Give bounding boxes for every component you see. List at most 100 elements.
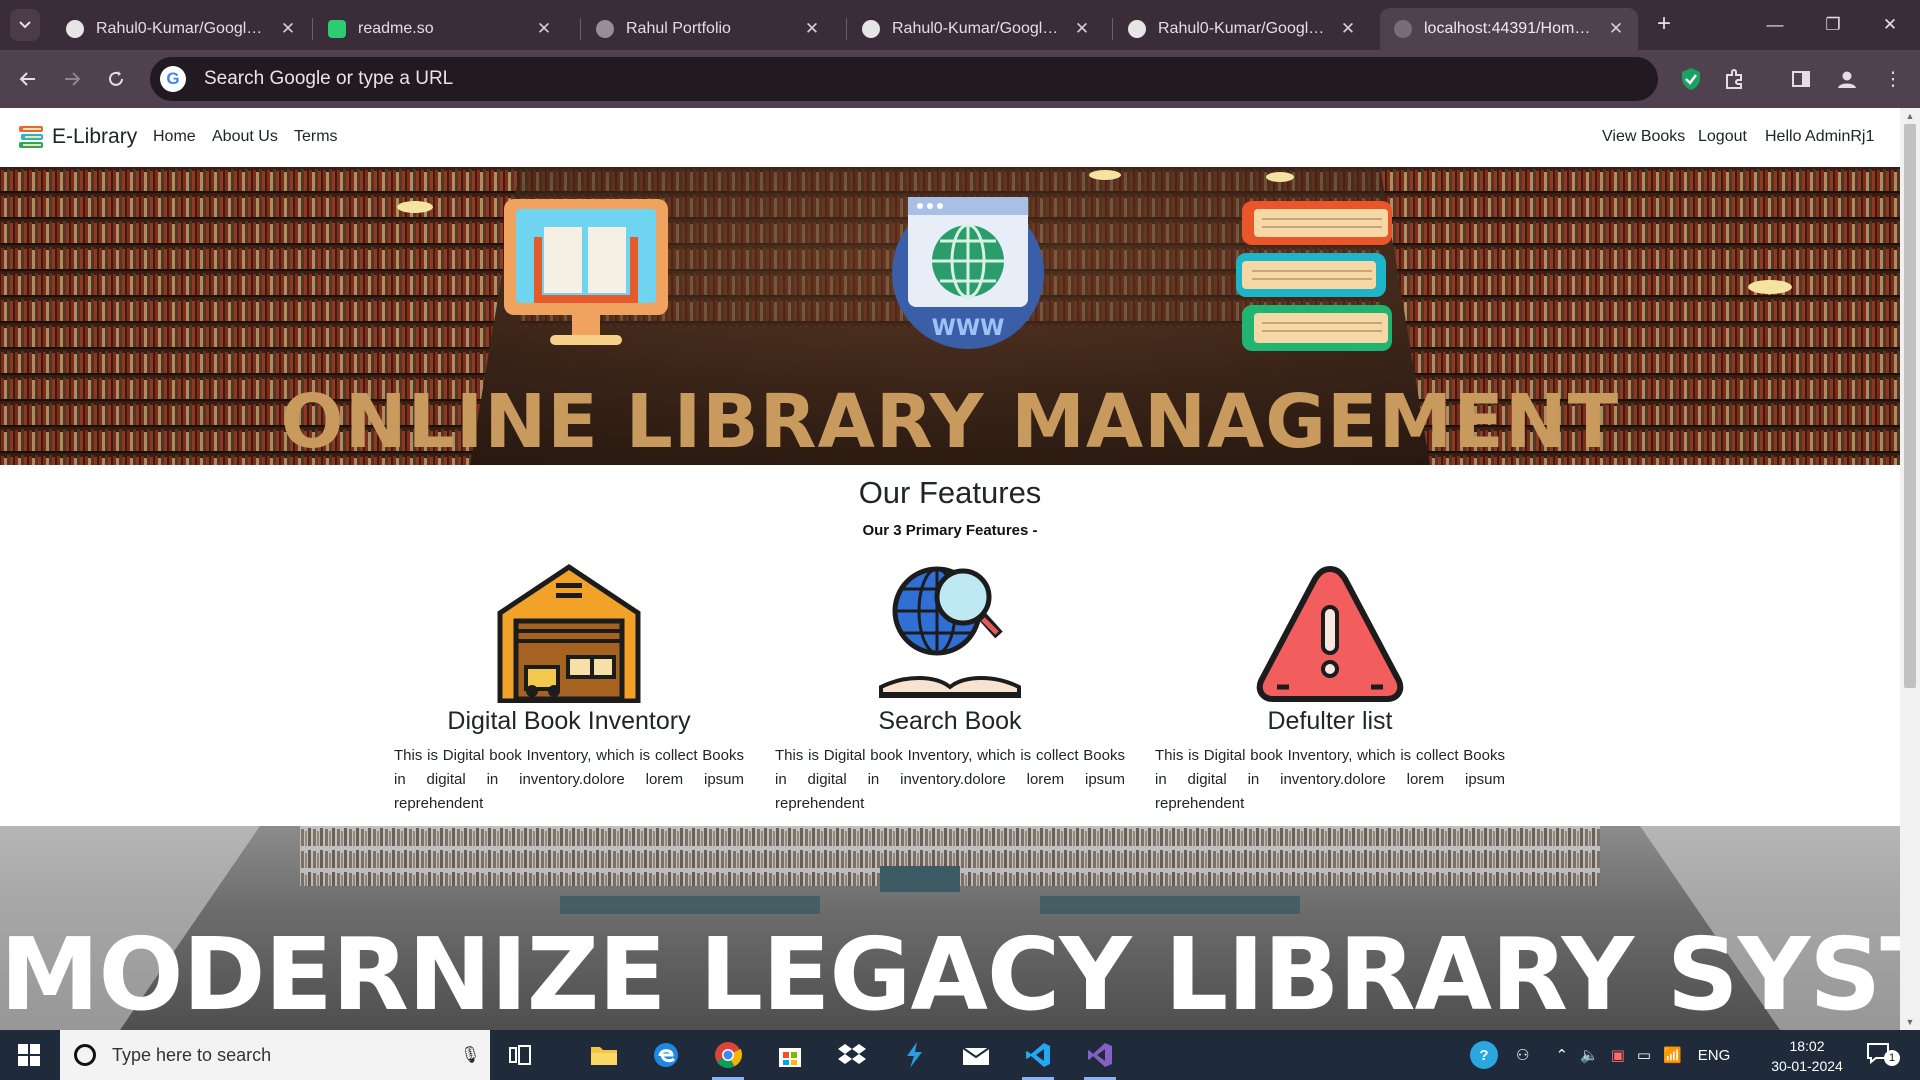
nav-terms[interactable]: Terms <box>294 128 338 146</box>
browser-tab-active[interactable]: localhost:44391/Homepage ✕ <box>1380 8 1638 50</box>
side-panel-icon[interactable] <box>1786 64 1816 94</box>
system-tray: ? ⚇ ⌃ 🔈 ▣ ▭ 📶 ENG <box>1470 1030 1730 1080</box>
brand-name: E-Library <box>52 125 138 148</box>
nav-home[interactable]: Home <box>153 128 196 146</box>
warning-icon <box>1256 565 1404 702</box>
cortana-icon <box>74 1044 96 1066</box>
close-window-button[interactable]: ✕ <box>1870 10 1910 40</box>
visual-studio-icon[interactable] <box>1078 1035 1122 1080</box>
dropbox-icon[interactable] <box>830 1035 874 1075</box>
notification-badge: 1 <box>1884 1050 1900 1066</box>
volume-icon[interactable]: 🔈 <box>1580 1046 1599 1064</box>
battery-icon[interactable]: ▭ <box>1637 1046 1651 1064</box>
reload-icon <box>109 71 123 86</box>
profile-icon[interactable] <box>1832 64 1862 94</box>
close-tab-icon[interactable]: ✕ <box>802 19 822 39</box>
vscode-icon[interactable] <box>1016 1035 1060 1080</box>
browser-tab[interactable]: Rahul Portfolio ✕ <box>582 8 834 50</box>
microsoft-store-icon[interactable] <box>768 1035 812 1075</box>
forward-button[interactable] <box>56 63 88 95</box>
page-scrollbar[interactable]: ▲ ▼ <box>1900 108 1920 1030</box>
close-tab-icon[interactable]: ✕ <box>1072 19 1092 39</box>
globe-search-icon <box>879 566 1021 698</box>
nav-about-us[interactable]: About Us <box>212 128 278 146</box>
task-view-icon[interactable] <box>498 1035 542 1075</box>
features-heading: Our Features <box>858 475 1042 510</box>
scrollbar-thumb[interactable] <box>1904 124 1916 688</box>
meet-now-icon[interactable]: ▣ <box>1611 1046 1625 1064</box>
brand-link[interactable]: E-Library <box>16 122 137 152</box>
feature-description: This is Digital book Inventory, which is… <box>775 747 1125 812</box>
browser-toolbar: G Search Google or type a URL ⋮ <box>0 50 1920 108</box>
feature-title: Defulter list <box>1267 707 1393 735</box>
restore-button[interactable]: ❐ <box>1813 10 1853 40</box>
microphone-icon[interactable]: 🎙 <box>460 1045 480 1065</box>
feature-card: Defulter list This is Digital book Inven… <box>1155 563 1505 816</box>
globe-icon <box>1394 20 1412 38</box>
mail-icon[interactable] <box>954 1035 998 1075</box>
tab-title: Rahul0-Kumar/Google-clone <box>1158 20 1330 37</box>
address-bar-placeholder: Search Google or type a URL <box>204 68 454 89</box>
tab-title: Rahul Portfolio <box>626 20 731 37</box>
close-tab-icon[interactable]: ✕ <box>1338 19 1358 39</box>
windows-taskbar: Type here to search 🎙 ? ⚇ ⌃ 🔈 ▣ ▭ 📶 ENG <box>0 1030 1920 1080</box>
taskbar-search-placeholder: Type here to search <box>112 1044 272 1065</box>
feature-description: This is Digital book Inventory, which is… <box>394 747 744 812</box>
extensions-icon[interactable] <box>1720 64 1750 94</box>
wifi-icon[interactable]: 📶 <box>1663 1046 1682 1064</box>
tab-title: readme.so <box>358 20 434 37</box>
www-globe-icon: WWW <box>892 197 1044 349</box>
chevron-down-icon <box>19 21 31 29</box>
file-explorer-icon[interactable] <box>582 1035 626 1075</box>
taskbar-search-box[interactable]: Type here to search 🎙 <box>60 1030 490 1080</box>
browser-tab[interactable]: Rahul0-Kumar/Google-clone ✕ <box>1114 8 1370 50</box>
computer-book-icon <box>504 199 668 345</box>
notification-center-button[interactable]: 1 <box>1866 1042 1906 1070</box>
close-tab-icon[interactable]: ✕ <box>1606 19 1626 39</box>
nav-view-books[interactable]: View Books <box>1602 128 1685 146</box>
nav-logout[interactable]: Logout <box>1698 128 1747 146</box>
hero-banner: WWW ONLINE LIBRARY MANAGEMENT <box>0 167 1900 465</box>
powershell-icon[interactable] <box>892 1035 936 1075</box>
people-icon[interactable]: ⚇ <box>1516 1046 1529 1064</box>
github-icon <box>1128 20 1146 38</box>
nav-user-greeting[interactable]: Hello AdminRj1 <box>1765 128 1874 146</box>
browser-tab[interactable]: Rahul0-Kumar/Google-clone ✕ <box>848 8 1104 50</box>
browser-tab[interactable]: readme.so ✕ <box>314 8 566 50</box>
scroll-down-arrow-icon[interactable]: ▼ <box>1900 1014 1920 1030</box>
scroll-up-arrow-icon[interactable]: ▲ <box>1900 108 1920 124</box>
kebab-menu-icon[interactable]: ⋮ <box>1878 64 1908 94</box>
google-icon: G <box>160 66 186 92</box>
address-bar[interactable]: G Search Google or type a URL <box>150 57 1658 101</box>
minimize-button[interactable]: — <box>1755 10 1795 40</box>
new-tab-button[interactable]: + <box>1650 10 1678 38</box>
language-indicator[interactable]: ENG <box>1698 1047 1731 1064</box>
tab-title: Rahul0-Kumar/Google-clone <box>96 20 270 37</box>
warehouse-icon <box>497 563 641 703</box>
chevron-up-icon[interactable]: ⌃ <box>1555 1046 1568 1064</box>
readme-icon <box>328 20 346 38</box>
tab-search-button[interactable] <box>10 9 40 41</box>
site-navbar: E-Library Home About Us Terms View Books… <box>0 108 1900 167</box>
taskbar-clock[interactable]: 18:02 30-01-2024 <box>1762 1036 1852 1076</box>
arrow-left-icon <box>19 72 35 86</box>
feature-title: Search Book <box>878 707 1022 735</box>
feature-card: Search Book This is Digital book Invento… <box>775 563 1125 816</box>
browser-tab-bar: Rahul0-Kumar/Google-clone ✕ readme.so ✕ … <box>0 0 1920 50</box>
reload-button[interactable] <box>100 63 132 95</box>
adblock-shield-icon[interactable] <box>1676 64 1706 94</box>
feature-description: This is Digital book Inventory, which is… <box>1155 747 1505 812</box>
features-subheading: Our 3 Primary Features - <box>862 522 1038 539</box>
browser-tab[interactable]: Rahul0-Kumar/Google-clone ✕ <box>52 8 310 50</box>
back-button[interactable] <box>12 63 44 95</box>
help-icon[interactable]: ? <box>1470 1041 1498 1069</box>
windows-start-icon[interactable] <box>18 1044 40 1066</box>
close-tab-icon[interactable]: ✕ <box>278 19 298 39</box>
page-viewport: E-Library Home About Us Terms View Books… <box>0 108 1920 1030</box>
chrome-icon[interactable] <box>706 1035 750 1080</box>
feature-title: Digital Book Inventory <box>447 707 691 735</box>
tab-title: Rahul0-Kumar/Google-clone <box>892 20 1064 37</box>
arrow-right-icon <box>65 72 81 86</box>
close-tab-icon[interactable]: ✕ <box>534 19 554 39</box>
edge-icon[interactable] <box>644 1035 688 1075</box>
